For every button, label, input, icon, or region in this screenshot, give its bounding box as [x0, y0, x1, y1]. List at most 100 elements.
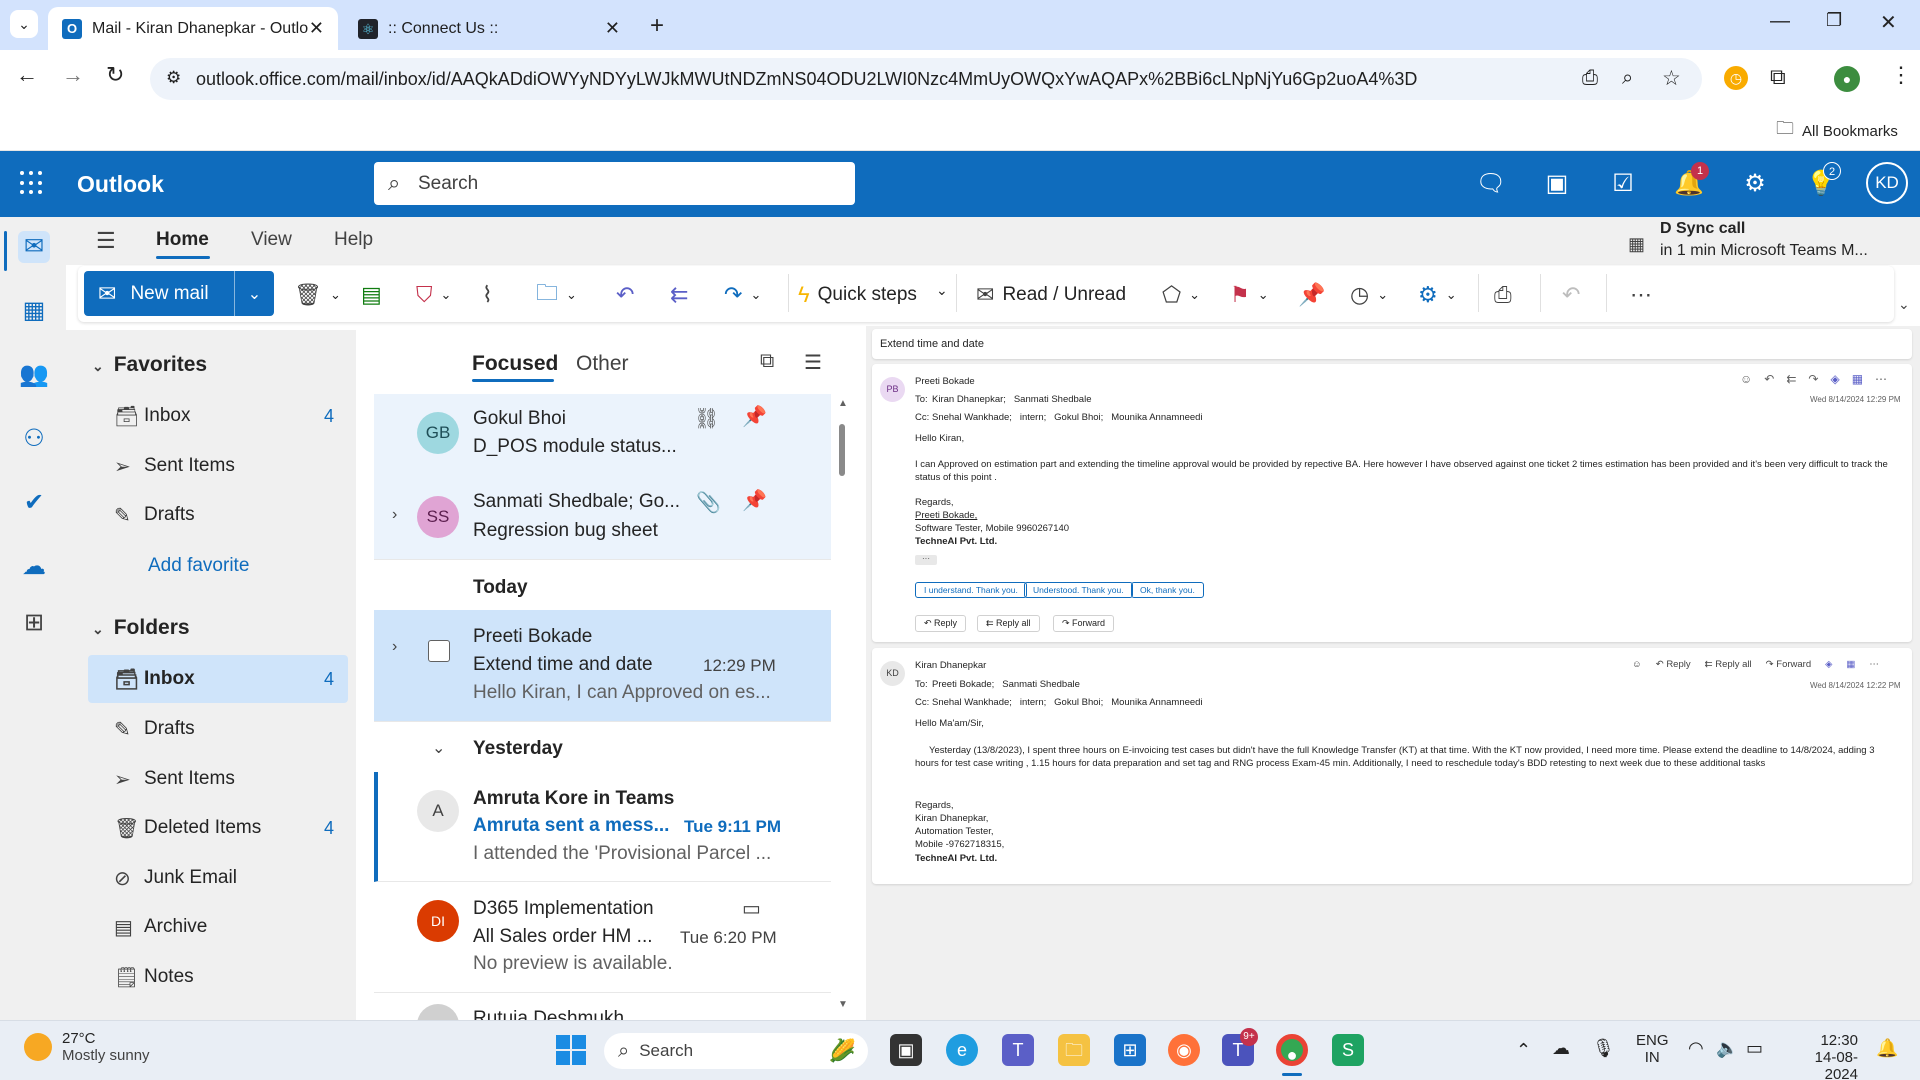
onenote-icon[interactable]: ▣	[1541, 168, 1573, 200]
notification-bell-icon[interactable]: 🔔	[1876, 1038, 1898, 1059]
avatar[interactable]: KD	[1866, 162, 1908, 204]
teams-icon[interactable]: T	[1002, 1034, 1034, 1066]
reply-all-icon[interactable]: ⇇	[1786, 372, 1808, 386]
groups-icon[interactable]: ⚇	[18, 423, 50, 455]
new-tab-button[interactable]: +	[650, 12, 664, 40]
forward-icon[interactable]: →	[62, 62, 84, 88]
scroll-up-icon[interactable]: ▲	[838, 398, 848, 409]
task-view-icon[interactable]: ▣	[890, 1034, 922, 1066]
folder-drafts[interactable]: ✎ Drafts	[88, 705, 348, 753]
read-unread-button[interactable]: ✉ Read / Unread	[976, 280, 1126, 310]
ribbon-expand-icon[interactable]: ⌄	[1898, 296, 1910, 313]
app-launcher-icon[interactable]	[20, 171, 44, 195]
onedrive-icon[interactable]: ☁	[18, 551, 50, 583]
message-card[interactable]	[872, 364, 1912, 642]
window-close-icon[interactable]: ✕	[1880, 10, 1897, 35]
teams-chat-icon[interactable]: 🗨	[1475, 168, 1507, 200]
cc-recipients[interactable]: Snehal Wankhade; intern; Gokul Bhoi; Mou…	[932, 412, 1203, 423]
fav-sent-items[interactable]: ➢ Sent Items	[88, 442, 348, 490]
scrollbar[interactable]: ▲ ▼	[836, 398, 848, 1010]
tab-other[interactable]: Other	[576, 352, 629, 376]
folder-notes[interactable]: 🗒 Notes	[88, 953, 348, 1001]
restore-icon[interactable]: ❐	[1826, 10, 1842, 31]
bookmark-star-icon[interactable]: ☆	[1662, 66, 1681, 91]
file-explorer-icon[interactable]: 🗀	[1058, 1034, 1090, 1066]
move-to-button[interactable]: 🗀 ⌄	[536, 280, 577, 310]
folder-junk-email[interactable]: ⊘ Junk Email	[88, 854, 348, 902]
fav-drafts[interactable]: ✎ Drafts	[88, 491, 348, 539]
expand-thread-icon[interactable]: ›	[392, 638, 397, 656]
more-icon[interactable]: ⋯	[1869, 659, 1879, 670]
address-bar[interactable]: ⚙ outlook.office.com/mail/inbox/id/AAQkA…	[150, 58, 1702, 100]
folders-heading[interactable]: ⌄ Folders	[92, 616, 190, 640]
reply-all-button[interactable]: ⇇	[670, 280, 688, 310]
todo-icon[interactable]: ☑	[1607, 168, 1639, 200]
to-recipients[interactable]: Kiran Dhanepkar; Sanmati Shedbale	[932, 394, 1092, 405]
store-icon[interactable]: ⊞	[1114, 1034, 1146, 1066]
folder-archive[interactable]: ▤ Archive	[88, 903, 348, 951]
sheets-icon[interactable]: S	[1332, 1034, 1364, 1066]
close-tab-icon[interactable]: ✕	[309, 18, 324, 39]
delete-button[interactable]: 🗑 ⌄	[294, 280, 341, 310]
onedrive-tray-icon[interactable]: ☁	[1552, 1038, 1570, 1059]
minimize-icon[interactable]: —	[1770, 10, 1790, 33]
fav-inbox[interactable]: 🗃 Inbox 4	[88, 392, 348, 440]
reply-button[interactable]: ↶ Reply	[1656, 659, 1691, 670]
add-favorite-link[interactable]: Add favorite	[148, 555, 249, 577]
install-app-icon[interactable]: ⎙	[1582, 67, 1598, 90]
reply-button[interactable]: ↶ Reply	[915, 615, 967, 632]
language-indicator[interactable]: ENG IN	[1636, 1032, 1669, 1066]
browser-tab-outlook[interactable]: O Mail - Kiran Dhanepkar - Outlo ✕	[48, 7, 338, 50]
folder-sent-items[interactable]: ➢ Sent Items	[88, 755, 348, 803]
firefox-icon[interactable]: ◉	[1168, 1034, 1200, 1066]
reply-all-button[interactable]: ⇇ Reply all	[1705, 659, 1752, 670]
profile-avatar-icon[interactable]: ●	[1834, 66, 1860, 92]
mic-muted-icon[interactable]: 🎙	[1592, 1038, 1615, 1059]
chrome-menu-icon[interactable]: ⋮	[1890, 62, 1912, 88]
app-name[interactable]: Outlook	[77, 171, 164, 198]
forward-button[interactable]: ↷ Forward	[1053, 615, 1115, 632]
new-mail-dropdown[interactable]: ⌄	[234, 271, 274, 316]
to-recipients[interactable]: Preeti Bokade; Sanmati Shedbale	[932, 679, 1080, 690]
clock[interactable]: 12:30 14-08-2024	[1786, 1032, 1858, 1080]
emoji-icon[interactable]: ☺	[1632, 659, 1642, 670]
report-button[interactable]: ⛉ ⌄	[416, 280, 451, 310]
zoom-icon[interactable]: ⌕	[1622, 67, 1633, 90]
pin-button[interactable]: 📌	[1298, 280, 1325, 310]
calendar-icon[interactable]: ▦	[18, 295, 50, 327]
scroll-thumb[interactable]	[839, 424, 845, 476]
categorize-button[interactable]: ⬠ ⌄	[1162, 280, 1200, 310]
apps-icon[interactable]: ▦	[1846, 659, 1855, 670]
suggested-reply[interactable]: I understand. Thank you.	[915, 582, 1027, 598]
browser-tab-connect[interactable]: ⚛ :: Connect Us :: ✕	[344, 7, 634, 50]
teams-icon[interactable]: ◈	[1825, 659, 1832, 670]
expand-thread-icon[interactable]: ›	[392, 506, 397, 524]
tab-home[interactable]: Home	[156, 229, 209, 251]
folder-inbox[interactable]: 🗃 Inbox 4	[88, 655, 348, 703]
cc-recipients[interactable]: Snehal Wankhade; intern; Gokul Bhoi; Mou…	[932, 697, 1203, 708]
print-button[interactable]: ⎙	[1494, 280, 1512, 310]
new-mail-button[interactable]: ✉ New mail ⌄	[84, 271, 274, 316]
chevron-down-icon[interactable]: ⌄	[432, 738, 445, 758]
reload-icon[interactable]: ↻	[106, 62, 124, 88]
hamburger-icon[interactable]: ☰	[96, 228, 116, 254]
weather-widget[interactable]: 27°C Mostly sunny	[24, 1030, 150, 1064]
emoji-icon[interactable]: ☺	[1740, 372, 1764, 386]
edge-icon[interactable]: e	[946, 1034, 978, 1066]
battery-icon[interactable]: ▭	[1746, 1038, 1763, 1059]
archive-button[interactable]: ▤	[361, 280, 382, 310]
forward-icon[interactable]: ↷	[1808, 372, 1830, 386]
show-more-icon[interactable]: ···	[915, 555, 937, 565]
teams-icon[interactable]: ◈	[1830, 372, 1851, 386]
apps-icon[interactable]: ▦	[1852, 372, 1875, 386]
reply-button[interactable]: ↶	[616, 280, 634, 310]
folder-deleted-items[interactable]: 🗑 Deleted Items 4	[88, 804, 348, 852]
gear-icon[interactable]: ⚙	[1739, 168, 1771, 200]
todo-check-icon[interactable]: ✔	[18, 487, 50, 519]
suggested-reply[interactable]: Understood. Thank you.	[1024, 582, 1133, 598]
tray-chevron-icon[interactable]: ⌃	[1516, 1040, 1531, 1061]
volume-icon[interactable]: 🔈	[1716, 1038, 1738, 1059]
select-checkbox[interactable]	[428, 640, 450, 662]
more-apps-icon[interactable]: ⊞	[18, 607, 50, 639]
more-icon[interactable]: ⋯	[1875, 372, 1899, 386]
